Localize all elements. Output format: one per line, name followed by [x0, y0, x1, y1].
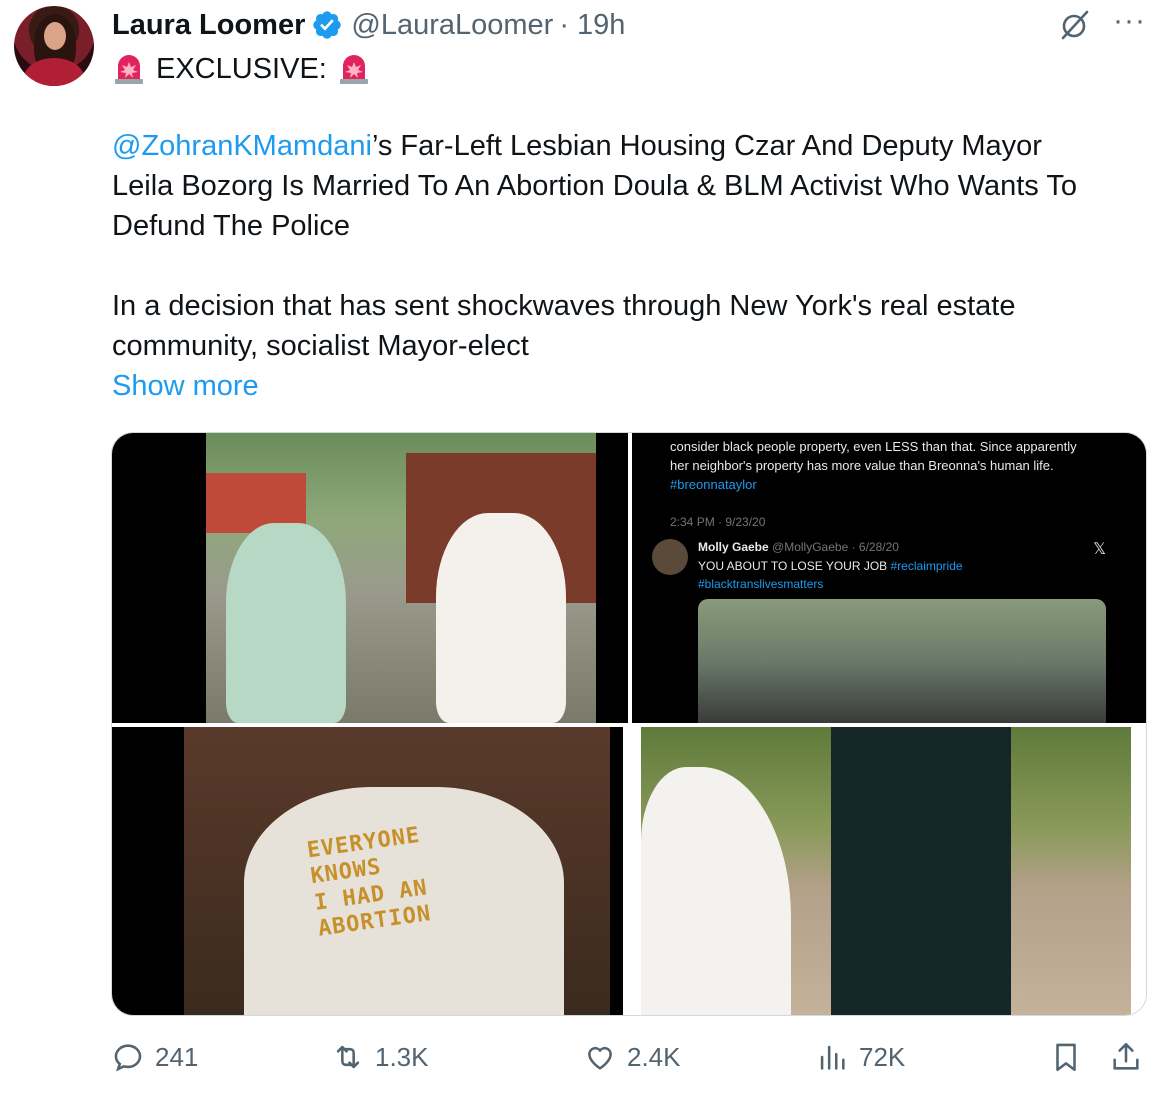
reply-icon: [114, 1044, 142, 1072]
reply-count: 241: [155, 1041, 199, 1072]
headline-row: EXCLUSIVE:: [112, 52, 371, 86]
quoted-hashtag: #reclaimpride: [890, 559, 963, 573]
share-icon: [1113, 1042, 1139, 1070]
shirt-text: EVERYONE KNOWS I HAD AN ABORTION: [305, 822, 433, 942]
repost-count: 1.3K: [375, 1041, 429, 1072]
tweet-body-line: Leila Bozorg Is Married To An Abortion D…: [112, 170, 1077, 202]
verified-badge-icon: [313, 11, 342, 39]
quoted-name: Molly Gaebe: [698, 540, 769, 554]
mention-link[interactable]: @ZohranKMamdani: [112, 130, 372, 162]
tweet-header: Laura Loomer @LauraLoomer · 19h: [112, 6, 625, 44]
like-icon: [588, 1046, 612, 1070]
tweet-body-line: Defund The Police: [112, 210, 351, 242]
siren-icon: [115, 55, 143, 84]
embedded-timestamp: 2:34 PM · 9/23/20: [670, 515, 766, 529]
grok-icon[interactable]: [1057, 8, 1091, 42]
x-logo-icon: 𝕏: [1093, 541, 1106, 558]
reply-button[interactable]: 241: [111, 1040, 198, 1074]
tweet-time[interactable]: · 19h: [559, 9, 625, 42]
media-grid: consider black people property, even LES…: [111, 432, 1147, 1016]
like-count: 2.4K: [627, 1041, 681, 1072]
bookmark-button[interactable]: [1049, 1040, 1083, 1074]
show-more-link[interactable]: Show more: [112, 370, 259, 403]
bookmark-icon: [1056, 1043, 1076, 1072]
media-photo-couple[interactable]: [627, 727, 1146, 1015]
quoted-hashtag: #blacktranslivesmatters: [698, 577, 824, 591]
share-button[interactable]: [1109, 1040, 1143, 1074]
siren-icon: [339, 55, 368, 84]
media-photo-wedding[interactable]: [112, 433, 628, 723]
views-icon: [820, 1045, 845, 1070]
quoted-text: YOU ABOUT TO LOSE YOUR JOB: [698, 559, 888, 573]
author-name[interactable]: Laura Loomer: [112, 9, 305, 42]
embedded-text: consider black people property, even LES…: [670, 439, 1077, 454]
views-button[interactable]: 72K: [815, 1040, 905, 1074]
quoted-avatar: [652, 539, 688, 575]
headline-text: EXCLUSIVE:: [156, 52, 327, 85]
views-count: 72K: [859, 1041, 906, 1072]
more-icon[interactable]: ···: [1113, 6, 1146, 36]
embedded-hashtag: #breonnataylor: [670, 477, 757, 492]
repost-button[interactable]: 1.3K: [331, 1040, 429, 1074]
tweet-body-line: community, socialist Mayor-elect: [112, 330, 529, 362]
media-photo-shirt[interactable]: EVERYONE KNOWS I HAD AN ABORTION: [112, 727, 623, 1015]
like-button[interactable]: 2.4K: [583, 1040, 681, 1074]
repost-icon: [336, 1045, 360, 1069]
tweet-body-line: In a decision that has sent shockwaves t…: [112, 290, 1016, 322]
media-screenshot-tweet[interactable]: consider black people property, even LES…: [632, 433, 1146, 723]
tweet-body-line: @ZohranKMamdani’s Far-Left Lesbian Housi…: [112, 130, 1042, 163]
tweet-text: ’s Far-Left Lesbian Housing Czar And Dep…: [371, 130, 1042, 162]
action-bar: 241 1.3K 2.4K 72K: [111, 1040, 1147, 1084]
author-avatar[interactable]: [14, 6, 94, 86]
quoted-video: [698, 599, 1106, 723]
embedded-text: her neighbor's property has more value t…: [670, 458, 1054, 473]
author-handle[interactable]: @LauraLoomer: [351, 9, 553, 42]
quoted-handle: @MollyGaebe · 6/28/20: [772, 540, 899, 554]
